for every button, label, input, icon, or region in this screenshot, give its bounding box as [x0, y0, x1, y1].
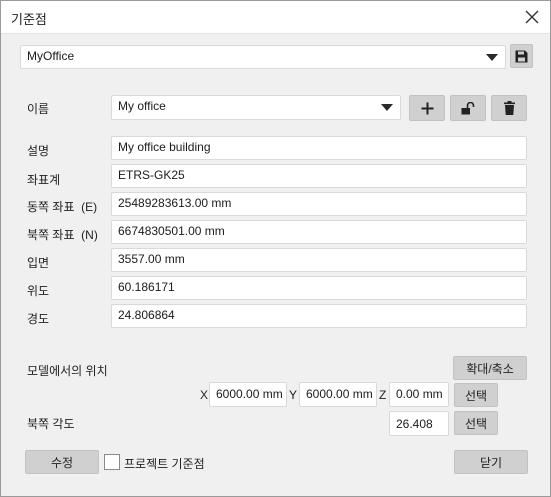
- profile-select[interactable]: MyOffice: [20, 45, 506, 69]
- select-north-angle-button[interactable]: 선택: [454, 411, 498, 435]
- dialog-content: MyOffice 이름 My office 설명 My office build…: [8, 34, 543, 490]
- northing-field[interactable]: 6674830501.00 mm: [111, 220, 527, 244]
- chevron-down-icon: [381, 104, 393, 111]
- longitude-label: 경도: [27, 312, 50, 326]
- y-field[interactable]: 6000.00 mm: [299, 382, 377, 407]
- elevation-label: 입면: [27, 256, 50, 270]
- longitude-field[interactable]: 24.806864: [111, 304, 527, 328]
- coordinate-system-value: ETRS-GK25: [118, 168, 185, 182]
- select-north-angle-button-label: 선택: [464, 416, 488, 431]
- profile-select-value: MyOffice: [27, 49, 75, 63]
- easting-field[interactable]: 25489283613.00 mm: [111, 192, 527, 216]
- z-field[interactable]: 0.00 mm: [389, 382, 449, 407]
- base-point-dialog: 기준점 MyOffice 이름 My office 설명 My office b…: [0, 0, 551, 497]
- save-profile-button[interactable]: [510, 44, 533, 68]
- latitude-label: 위도: [27, 284, 50, 298]
- dialog-title: 기준점: [11, 12, 47, 27]
- project-base-point-label: 프로젝트 기준점: [124, 457, 205, 471]
- zoom-button-label: 확대/축소: [466, 361, 514, 376]
- easting-value: 25489283613.00 mm: [118, 196, 232, 210]
- name-select[interactable]: My office: [111, 95, 401, 120]
- north-angle-value: 26.408: [396, 417, 433, 431]
- edit-button-label: 수정: [50, 455, 74, 470]
- trash-icon: [503, 101, 515, 115]
- z-value: 0.00 mm: [396, 387, 443, 401]
- north-angle-label: 북쪽 각도: [27, 417, 75, 431]
- latitude-field[interactable]: 60.186171: [111, 276, 527, 300]
- x-value: 6000.00 mm: [216, 387, 283, 401]
- model-position-label: 모델에서의 위치: [27, 364, 108, 378]
- select-position-button[interactable]: 선택: [454, 383, 498, 407]
- unlock-icon: [461, 101, 475, 114]
- chevron-down-icon: [486, 54, 498, 61]
- coordinate-system-label: 좌표계: [27, 173, 61, 187]
- lock-button[interactable]: [450, 95, 486, 121]
- name-label: 이름: [27, 102, 50, 116]
- northing-label: 북쪽 좌표 (N): [27, 228, 98, 242]
- longitude-value: 24.806864: [118, 308, 175, 322]
- description-field[interactable]: My office building: [111, 136, 527, 160]
- plus-icon: [421, 102, 433, 114]
- northing-value: 6674830501.00 mm: [118, 224, 225, 238]
- description-value: My office building: [118, 140, 211, 154]
- title-bar: 기준점: [1, 1, 550, 34]
- x-label: X: [200, 388, 209, 402]
- y-value: 6000.00 mm: [306, 387, 373, 401]
- delete-base-point-button[interactable]: [491, 95, 527, 121]
- easting-label: 동쪽 좌표 (E): [27, 200, 98, 214]
- select-position-button-label: 선택: [464, 388, 488, 403]
- name-select-value: My office: [118, 99, 166, 113]
- project-base-point-checkbox[interactable]: [104, 454, 120, 470]
- close-icon: [525, 10, 539, 24]
- y-label: Y: [289, 388, 298, 402]
- zoom-button[interactable]: 확대/축소: [453, 356, 527, 380]
- coordinate-system-field[interactable]: ETRS-GK25: [111, 164, 527, 188]
- x-field[interactable]: 6000.00 mm: [209, 382, 287, 407]
- elevation-field[interactable]: 3557.00 mm: [111, 248, 527, 272]
- floppy-disk-icon: [515, 50, 528, 62]
- elevation-value: 3557.00 mm: [118, 252, 185, 266]
- z-label: Z: [379, 388, 387, 402]
- close-dialog-button[interactable]: 닫기: [454, 450, 528, 474]
- add-base-point-button[interactable]: [409, 95, 445, 121]
- close-button[interactable]: [518, 4, 546, 30]
- edit-button[interactable]: 수정: [25, 450, 99, 474]
- north-angle-field[interactable]: 26.408: [389, 411, 449, 436]
- latitude-value: 60.186171: [118, 280, 175, 294]
- description-label: 설명: [27, 144, 50, 158]
- close-dialog-button-label: 닫기: [479, 455, 503, 470]
